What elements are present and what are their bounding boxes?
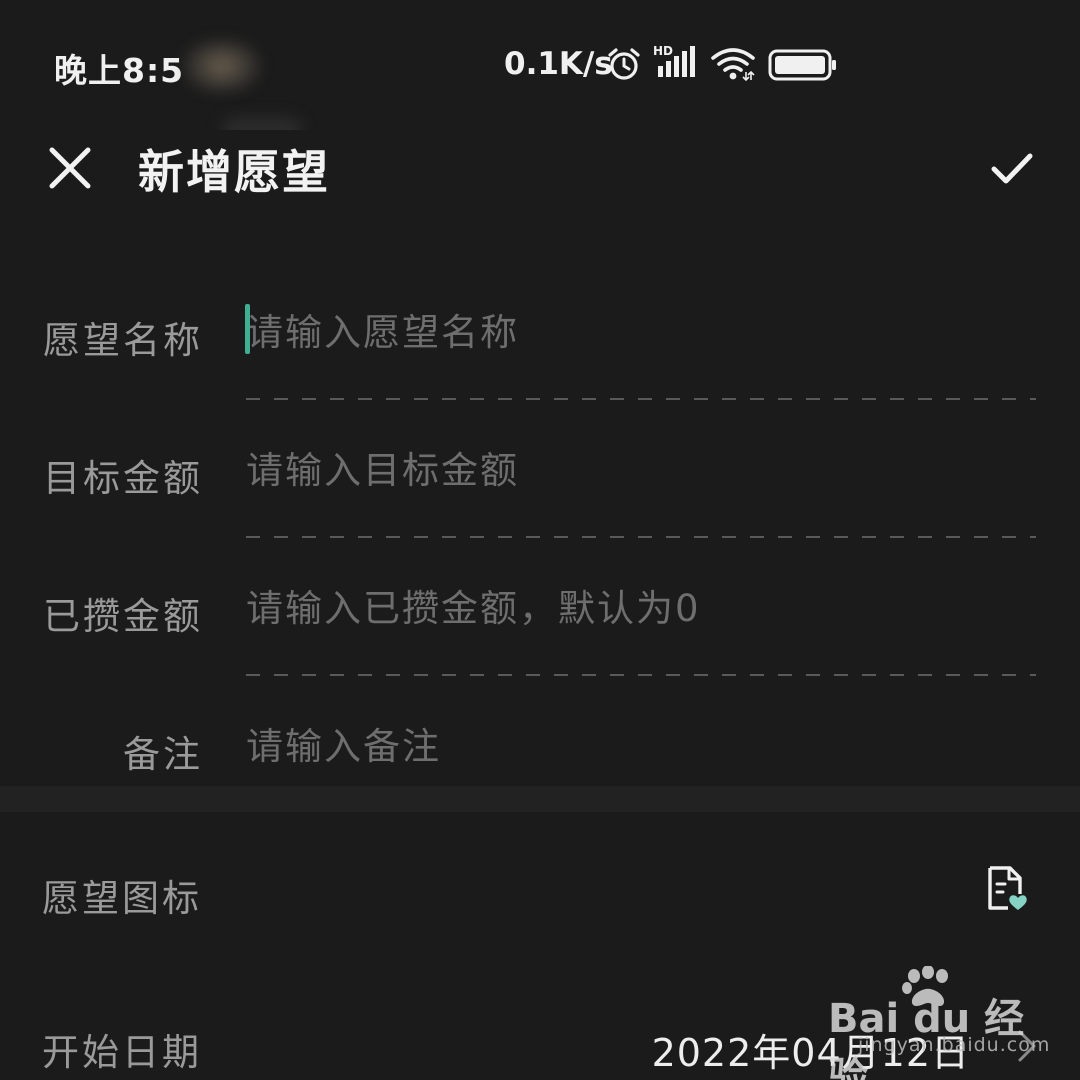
wish-form: 愿望名称 目标金额 已攒金额 备注: [0, 234, 1080, 786]
app-screen: 晚上8:5 0.1K/s HD 新增愿望 愿望名称 请输入愿望名称 目标金额 请…: [0, 0, 1080, 1080]
target-amount-label: 目标金额: [43, 457, 203, 500]
dashed-divider: [246, 536, 1036, 538]
wifi-icon: [711, 48, 755, 82]
check-icon[interactable]: [984, 140, 1040, 196]
svg-text:HD: HD: [653, 44, 673, 58]
wish-note-heart-icon[interactable]: [984, 864, 1028, 914]
wish-icon-label: 愿望图标: [42, 877, 202, 920]
wish-icon-row[interactable]: 愿望图标: [0, 812, 1080, 962]
target-amount-input[interactable]: [246, 442, 1036, 498]
note-input[interactable]: [246, 718, 1036, 774]
close-icon[interactable]: [40, 138, 100, 198]
wish-name-row: 愿望名称: [0, 264, 1080, 402]
target-amount-row: 目标金额: [0, 402, 1080, 540]
wish-name-label: 愿望名称: [43, 319, 203, 362]
saved-amount-input[interactable]: [246, 580, 1036, 636]
network-speed: 0.1K/s: [504, 46, 613, 82]
page-title: 新增愿望: [138, 145, 330, 199]
dashed-divider: [246, 674, 1036, 676]
start-date-label: 开始日期: [42, 1031, 202, 1074]
wish-name-input[interactable]: [246, 304, 1036, 360]
battery-icon: [768, 49, 836, 81]
section-separator: [0, 786, 1080, 812]
saved-amount-label: 已攒金额: [43, 595, 203, 638]
app-bar: 新增愿望: [0, 130, 1080, 235]
watermark-brand: Bai du 经验: [828, 996, 1025, 1080]
note-label: 备注: [123, 733, 203, 776]
baidu-jingyan-watermark: Bai du 经验 jingyan.baidu.com: [828, 966, 1049, 1080]
blurred-notification-icon: [182, 38, 262, 94]
status-bar: 晚上8:5 0.1K/s HD: [0, 0, 1080, 142]
saved-amount-row: 已攒金额: [0, 540, 1080, 678]
dashed-divider: [246, 398, 1036, 400]
text-cursor: [245, 304, 250, 354]
alarm-icon: [608, 48, 640, 80]
status-time: 晚上8:5: [54, 51, 185, 90]
watermark-url: jingyan.baidu.com: [858, 1034, 1051, 1056]
hd-signal-icon: HD: [653, 44, 695, 77]
